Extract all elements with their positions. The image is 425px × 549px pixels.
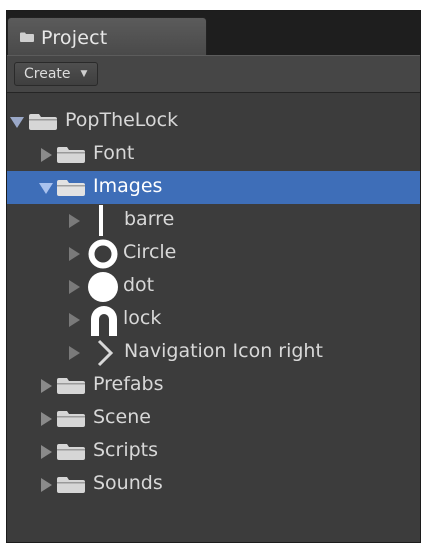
tree-item-label: Sounds bbox=[93, 472, 163, 494]
tree-item-label: Scene bbox=[93, 406, 151, 428]
tab-strip: Project bbox=[7, 11, 420, 55]
tree-item-prefabs[interactable]: Prefabs bbox=[7, 369, 420, 402]
expand-arrow-icon[interactable] bbox=[69, 313, 80, 327]
tree-item-images[interactable]: Images bbox=[7, 171, 420, 204]
expand-arrow-icon[interactable] bbox=[69, 346, 80, 360]
tree-item-label: dot bbox=[123, 274, 155, 296]
expand-arrow-icon[interactable] bbox=[10, 117, 24, 128]
tree-item-font[interactable]: Font bbox=[7, 138, 420, 171]
tab-title: Project bbox=[41, 27, 108, 49]
expand-arrow-icon[interactable] bbox=[69, 214, 80, 228]
dot-icon bbox=[88, 272, 118, 302]
expand-arrow-icon[interactable] bbox=[41, 445, 52, 459]
tab-project[interactable]: Project bbox=[7, 17, 207, 55]
tree-item-label: Scripts bbox=[93, 439, 159, 461]
expand-arrow-icon[interactable] bbox=[41, 148, 52, 162]
folder-icon bbox=[57, 147, 85, 163]
folder-icon bbox=[29, 114, 57, 130]
toolbar: Create ▼ bbox=[7, 55, 420, 93]
tree-item-label: barre bbox=[124, 208, 175, 230]
folder-icon bbox=[57, 180, 85, 196]
expand-arrow-icon[interactable] bbox=[69, 280, 80, 294]
tree-item-label: Images bbox=[93, 175, 163, 197]
folder-icon bbox=[57, 477, 85, 493]
expand-arrow-icon[interactable] bbox=[41, 412, 52, 426]
tree-item-label: Font bbox=[93, 142, 135, 164]
tree-item-barre[interactable]: barre bbox=[7, 204, 420, 237]
tree-item-label: Circle bbox=[123, 241, 177, 263]
expand-arrow-icon[interactable] bbox=[69, 247, 80, 261]
tree-item-scripts[interactable]: Scripts bbox=[7, 435, 420, 468]
tree-item-label: PopTheLock bbox=[65, 109, 179, 131]
tree-item-lock[interactable]: lock bbox=[7, 303, 420, 336]
folder-icon bbox=[57, 411, 85, 427]
tree-item-dot[interactable]: dot bbox=[7, 270, 420, 303]
tree-item-navigation-icon-right[interactable]: Navigation Icon right bbox=[7, 336, 420, 369]
bar-icon bbox=[99, 205, 103, 236]
expand-arrow-icon[interactable] bbox=[41, 379, 52, 393]
expand-arrow-icon[interactable] bbox=[39, 183, 53, 194]
folder-icon bbox=[57, 444, 85, 460]
project-window: Project Create ▼ PopTheLock Font Images … bbox=[6, 10, 421, 543]
chevron-right-icon bbox=[97, 339, 114, 367]
lock-shackle-icon bbox=[91, 306, 117, 336]
folder-icon bbox=[57, 378, 85, 394]
expand-arrow-icon[interactable] bbox=[41, 478, 52, 492]
create-button[interactable]: Create ▼ bbox=[14, 62, 99, 86]
create-button-label: Create bbox=[24, 66, 71, 82]
folder-icon bbox=[20, 32, 34, 42]
ring-icon bbox=[88, 239, 118, 269]
tree-item-sounds[interactable]: Sounds bbox=[7, 468, 420, 501]
tree-item-circle[interactable]: Circle bbox=[7, 237, 420, 270]
tree-item-poptheLock[interactable]: PopTheLock bbox=[7, 105, 420, 138]
tree-item-label: Prefabs bbox=[93, 373, 164, 395]
chevron-down-icon: ▼ bbox=[80, 69, 88, 79]
tree-item-label: Navigation Icon right bbox=[124, 340, 323, 362]
tree-item-scene[interactable]: Scene bbox=[7, 402, 420, 435]
tree-item-label: lock bbox=[123, 307, 162, 329]
